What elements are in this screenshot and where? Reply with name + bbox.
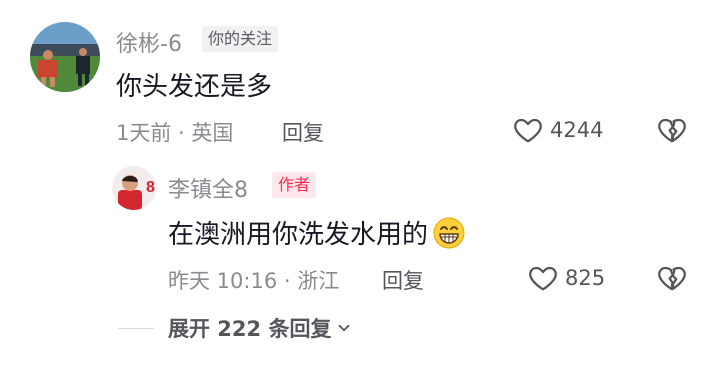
comment-text: 你头发还是多 [116,72,273,102]
commenter-avatar[interactable] [30,22,100,92]
following-badge: 你的关注 [202,26,279,52]
author-badge: 作者 [272,172,317,198]
dislike-button[interactable] [656,114,688,146]
expand-divider [118,328,154,329]
like-count: 4244 [550,118,604,142]
reply-author-name[interactable]: 李镇全8 [168,172,248,204]
reply-text-row: 在澳洲用你洗发水用的 [168,214,466,251]
heart-outline-icon [514,118,542,143]
broken-heart-icon [658,266,686,291]
comment-time-location: 1天前 · 英国 [116,121,234,145]
reply-button[interactable]: 回复 [282,117,324,147]
reply-like-count: 825 [565,266,606,290]
reply-text: 在澳洲用你洗发水用的 [168,220,429,250]
reply-like-button[interactable]: 825 [527,262,605,294]
svg-text:8: 8 [146,179,155,196]
reply-author-avatar[interactable]: 8 [112,166,156,210]
expand-replies-button[interactable]: 展开 222 条回复 [168,313,353,343]
reply-to-reply-button[interactable]: 回复 [382,265,424,295]
chevron-down-icon [339,324,350,332]
broken-heart-icon [658,118,686,143]
commenter-name[interactable]: 徐彬-6 [116,26,182,58]
grinning-face-icon [433,217,465,248]
heart-outline-icon [529,266,557,291]
reply-time-location: 昨天 10:16 · 浙江 [168,269,340,293]
expand-replies-label: 展开 222 条回复 [168,317,332,341]
like-button[interactable]: 4244 [512,114,603,146]
reply-dislike-button[interactable] [656,262,688,294]
